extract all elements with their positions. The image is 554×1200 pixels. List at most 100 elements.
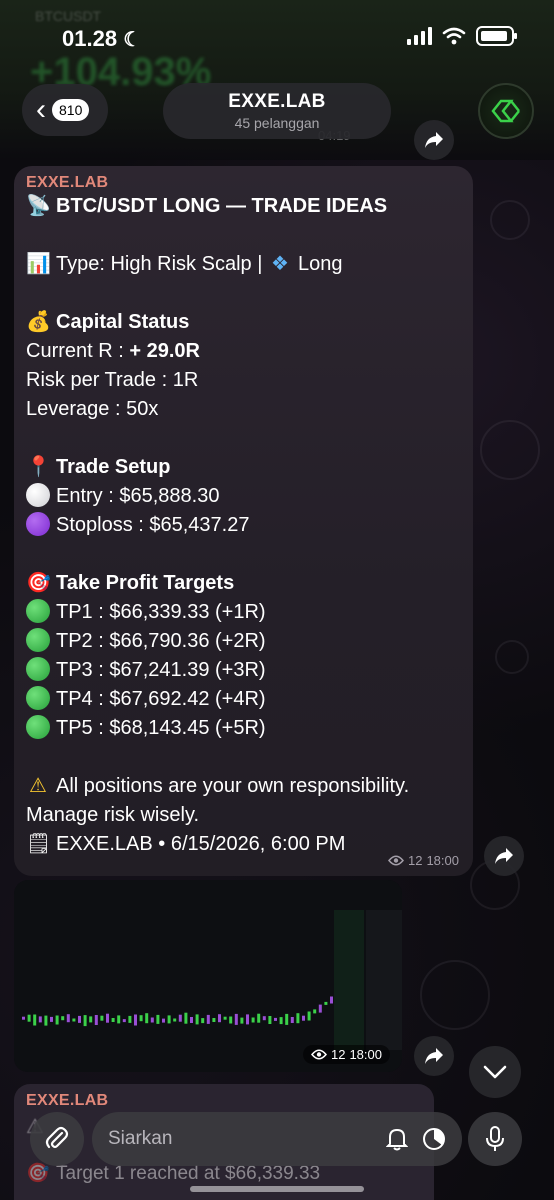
message-footer: EXXE.LAB • 6/15/2026, 6:00 PM [56,833,346,855]
green-circle-icon [26,686,50,710]
green-circle-icon [26,715,50,739]
tp-line: TP3 : $67,241.39 (+3R) [56,659,266,681]
candle-mark [117,1015,121,1024]
battery-icon [476,26,517,46]
message-sender: EXXE.LAB [26,174,109,191]
back-button[interactable]: ‹ 810 [22,84,108,136]
eye-icon [311,1049,327,1060]
pin-icon: 📍 [26,456,51,478]
candle-mark [206,1014,210,1024]
type-line: Type: High Risk Scalp | [56,253,268,275]
candle-mark [94,1015,98,1025]
home-indicator [190,1186,364,1192]
candle-mark [106,1013,109,1023]
money-bag-icon: 💰 [26,311,51,333]
white-circle-icon [26,483,50,507]
attach-button[interactable] [30,1112,84,1166]
purple-circle-icon [26,512,50,536]
candle-mark [100,1015,104,1021]
message-bubble[interactable]: EXXE.LAB 📡 BTC/USDT LONG — TRADE IDEAS 📊 T… [14,166,473,876]
candle-mark [302,1015,305,1021]
chart-icon: 📊 [26,253,51,275]
candle-mark [78,1015,81,1023]
chevron-down-icon [483,1065,507,1079]
candle-mark [156,1014,160,1024]
candle-mark [55,1015,59,1025]
candle-mark [184,1012,188,1024]
green-circle-icon [26,599,50,623]
current-r-label: Current R : [26,340,130,362]
candle-mark [218,1014,221,1023]
tp-heading: Take Profit Targets [56,572,235,594]
candle-mark [262,1016,266,1021]
chevron-left-icon: ‹ [36,93,46,126]
forward-icon [425,1048,443,1064]
candle-mark [22,1016,25,1020]
green-circle-icon [26,628,50,652]
forward-button[interactable] [484,836,524,876]
candle-mark [33,1014,37,1026]
candle-mark [162,1018,165,1023]
warning-line-1: All positions are your own responsibilit… [56,775,410,797]
channel-name: EXXE.LAB [228,91,326,112]
current-r-value: + 29.0R [129,340,200,362]
leverage-line: Leverage : 50x [26,398,159,420]
candle-mark [195,1014,199,1025]
candle-mark [274,1017,277,1021]
exxe-logo-icon [491,99,520,123]
candle-mark [83,1015,87,1027]
entry-line: Entry : $65,888.30 [56,485,220,507]
bell-icon[interactable] [386,1127,408,1151]
setup-heading: Trade Setup [56,456,171,478]
green-circle-icon [26,657,50,681]
candle-mark [89,1016,93,1023]
unread-count-badge: 810 [52,99,90,121]
image-view-count: 12 [330,1047,346,1062]
candle-mark [313,1009,317,1014]
candle-mark [290,1017,294,1023]
image-meta: 12 18:00 [302,1045,390,1064]
candle-mark [44,1015,48,1026]
compose-bar [0,1108,554,1172]
schedule-icon[interactable] [422,1127,446,1151]
diamond-icon: ❖ [270,253,289,275]
candle-mark [201,1018,205,1024]
candle-mark [72,1018,76,1022]
moon-icon: ☾ [123,29,142,51]
microphone-icon [486,1126,504,1151]
candle-mark [307,1011,311,1021]
candle-mark [139,1015,143,1022]
candle-mark [190,1017,193,1023]
scroll-down-button[interactable] [469,1046,521,1098]
document-icon: 🗒 [26,833,52,855]
forward-button-top[interactable] [414,120,454,160]
candle-mark [134,1014,137,1026]
chart-image-message[interactable]: 12 18:00 [14,880,402,1072]
tp-line: TP5 : $68,143.45 (+5R) [56,717,266,739]
signal-icon [407,27,432,45]
forward-button-image[interactable] [414,1036,454,1076]
channel-avatar[interactable] [478,83,534,139]
microphone-button[interactable] [468,1112,522,1166]
message-input-container [92,1112,462,1166]
forward-icon [425,132,443,148]
message-meta: 12 18:00 [388,853,459,868]
candle-mark [234,1013,238,1025]
type-direction: Long [297,253,343,275]
subscriber-count: 45 pelanggan [234,115,320,131]
candle-mark [240,1017,244,1024]
candle-mark [212,1018,216,1022]
candle-mark [122,1019,126,1023]
wifi-icon [442,27,466,45]
candle-mark [173,1018,177,1022]
broadcast-input[interactable] [108,1128,368,1150]
status-bar: 01.28 ☾ [0,0,554,70]
candle-mark [324,1001,328,1005]
warning-icon: ⚠ [29,775,47,797]
message-time: 18:00 [426,853,459,868]
status-time: 01.28 ☾ [62,26,142,51]
channel-title[interactable]: EXXE.LAB 45 pelanggan [163,83,391,139]
candle-mark [246,1014,249,1025]
candle-mark [150,1017,154,1023]
chart-screenshot-image [14,880,402,1072]
